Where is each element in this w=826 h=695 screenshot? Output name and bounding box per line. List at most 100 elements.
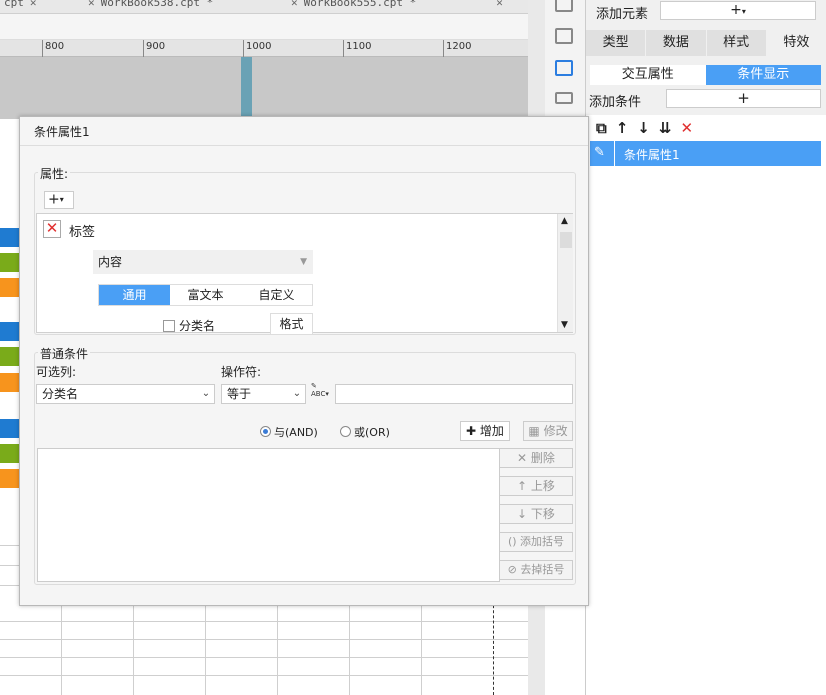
column-select[interactable]: 分类名 ⌄ [36,384,215,404]
move-down-button[interactable]: ↓ 下移 [499,504,573,524]
delete-icon[interactable]: ✕ [680,119,693,139]
close-tab-icon[interactable]: ✕ [496,0,503,9]
delete-button[interactable]: ✕ 删除 [499,448,573,468]
tab-conditional-display[interactable]: 条件显示 [705,65,821,85]
ruler-mark: 900 [143,40,165,57]
remove-attribute-icon[interactable]: ✕ [43,220,61,238]
add-condition-button[interactable]: + [666,89,821,108]
divider [20,145,588,146]
close-tab-icon[interactable]: ✕ [88,0,95,9]
chevron-down-icon: ▼ [300,257,307,267]
chevron-down-icon[interactable]: ▼ [561,320,568,330]
category-checkbox[interactable]: 分类名 [163,317,215,334]
file-tab[interactable]: ✕ WorkBook538.cpt * [88,0,213,13]
grid-line [61,600,62,695]
move-bottom-icon[interactable]: ⇊ [659,119,672,139]
operator-select[interactable]: 等于 ⌄ [221,384,306,404]
tab-effects[interactable]: 特效 [766,30,826,56]
arrow-down-icon: ↓ [517,507,531,521]
chart-bar [0,228,19,247]
close-tab-icon[interactable]: ✕ [30,0,37,9]
grid-line [421,600,422,695]
formula-abc-icon[interactable]: ✎ ABC▾ [311,382,329,398]
checkbox-box[interactable] [163,320,175,332]
copy-icon[interactable]: ⧉ [596,119,607,139]
panel-tabs: 类型 数据 样式 特效 [586,30,826,56]
add-element-label: 添加元素 [596,7,649,22]
condition-list: ⧉ ↑ ↓ ⇊ ✕ ✎ 条件属性1 [586,115,826,695]
remove-parentheses-button[interactable]: ⊘ 去掉括号 [499,560,573,580]
attributes-group-label: 属性: [38,165,71,182]
column-marker [241,57,252,119]
frame-icon[interactable] [555,60,573,76]
chart-bar [0,469,19,488]
canvas-area [0,57,545,119]
column-label: 可选列: [36,365,77,379]
file-tab[interactable]: cpt ✕ [4,0,37,13]
tab-general[interactable]: 通用 [99,285,170,305]
grid-line [0,621,530,622]
radio-selected-icon[interactable] [260,426,271,437]
condition-value-input[interactable] [335,384,573,404]
plus-icon: ✚ [466,424,480,438]
ruler-mark: 1100 [343,40,371,57]
tab-rich-text[interactable]: 富文本 [170,285,241,305]
add-condition-label: 添加条件 [589,95,642,110]
form-icon[interactable] [555,92,573,104]
arrow-up-icon[interactable]: ↑ [616,119,629,139]
side-toolbar [545,0,585,120]
chart-bar [0,347,19,366]
file-tab-bar: cpt ✕ ✕ WorkBook538.cpt * ✕ WorkBook555.cpt… [0,0,545,14]
widget-icon[interactable] [555,28,573,44]
conditions-group-label: 普通条件 [38,345,91,362]
add-parentheses-button[interactable]: () 添加括号 [499,532,573,552]
grid-line [0,657,530,658]
chart-bar [0,278,19,297]
tab-style[interactable]: 样式 [706,30,767,56]
attribute-scrollbar[interactable]: ▲ ▼ [557,214,573,332]
tab-custom[interactable]: 自定义 [241,285,312,305]
edit-icon[interactable]: ✎ [594,145,605,160]
format-button[interactable]: 格式 [270,313,313,335]
chart-bar [0,373,19,392]
condition-toolbar: ⧉ ↑ ↓ ⇊ ✕ [596,119,693,139]
grid-line [205,600,206,695]
file-tab[interactable]: ✕ WorkBook555.cpt * ✕ [291,0,503,13]
and-radio[interactable]: 与(AND) [260,424,318,440]
or-radio[interactable]: 或(OR) [340,424,390,440]
divider [614,141,615,166]
toolbar-strip [0,14,545,40]
ruler-mark: 1000 [243,40,271,57]
chart-bar [0,419,19,438]
move-up-button[interactable]: ↑ 上移 [499,476,573,496]
radio-icon[interactable] [340,426,351,437]
condition-dialog: 条件属性1 属性: +▾ ✕ 标签 内容 ▼ 通用 富文本 自定义 分类名 格式 … [19,116,589,606]
condition-entries-list[interactable] [37,448,500,582]
parentheses-icon: () [507,535,521,548]
tab-data[interactable]: 数据 [646,30,707,56]
condition-item[interactable]: ✎ 条件属性1 [590,141,821,166]
add-element-button[interactable]: +▾ [660,1,816,20]
chevron-down-icon: ▾ [741,7,746,16]
add-attribute-button[interactable]: +▾ [44,191,74,209]
modify-button[interactable]: ▦ 修改 [523,421,573,441]
grid-icon[interactable] [555,0,573,12]
add-condition-entry-button[interactable]: ✚ 增加 [460,421,510,441]
arrow-down-icon[interactable]: ↓ [637,119,650,139]
attribute-name: 标签 [69,225,96,240]
chart-bar [0,322,19,341]
tab-interaction[interactable]: 交互属性 [590,65,706,85]
content-select[interactable]: 内容 ▼ [93,250,313,274]
close-tab-icon[interactable]: ✕ [291,0,298,9]
delete-icon: ✕ [517,451,531,465]
chevron-down-icon: ⌄ [292,388,302,399]
tab-type[interactable]: 类型 [586,30,647,56]
scroll-thumb[interactable] [560,232,572,248]
format-tabs: 通用 富文本 自定义 [98,284,313,306]
chart-bar [0,444,19,463]
chevron-up-icon[interactable]: ▲ [561,216,568,226]
page-break-line [493,600,494,695]
grid-line [133,600,134,695]
sub-tabs: 交互属性 条件显示 [590,65,821,85]
chevron-down-icon: ▾ [59,195,64,204]
